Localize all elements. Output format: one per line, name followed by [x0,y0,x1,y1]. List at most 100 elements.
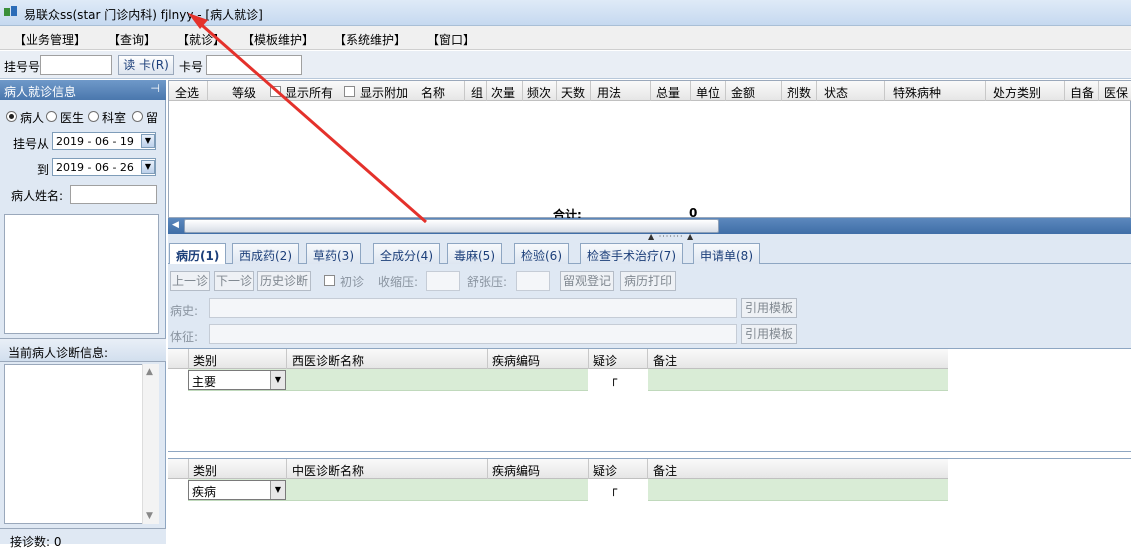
diastolic-input[interactable] [516,271,550,291]
menu-bar: 【业务管理】 【查询】 【就诊】 【模板维护】 【系统维护】 【窗口】 [0,26,1131,50]
print-record-button[interactable]: 病历打印 [620,271,676,291]
w-suspected-checkbox[interactable]: ┌ [610,372,617,386]
c-col-name: 中医诊断名称 [292,464,365,478]
c-suspected-cell[interactable]: ┌ [588,479,648,501]
read-card-button[interactable]: 读 卡(R) [118,55,174,75]
menu-system[interactable]: 【系统维护】 [334,31,406,48]
date-from-dropdown-icon[interactable]: ▼ [141,134,155,148]
splitter-grip-icon[interactable]: ▲ ······· ▲ [648,232,694,241]
chinese-grid-header: 类别 中医诊断名称 疾病编码 疑诊 备注 [168,459,948,479]
radio-doctor[interactable] [46,111,57,122]
show-extra-label: 显示附加 [360,86,409,100]
card-no-label: 卡号 [179,60,204,74]
w-type-select[interactable]: 主要 ▼ [188,370,286,390]
panel-header-title: 病人就诊信息 [4,85,77,99]
menu-template[interactable]: 【模板维护】 [242,31,314,48]
c-col-code: 疾病编码 [492,464,541,478]
radio-department[interactable] [88,111,99,122]
w-type-dropdown-icon[interactable]: ▼ [270,371,285,389]
col-select-all[interactable]: 全选 [175,84,199,101]
patient-list[interactable] [4,214,159,334]
date-to-dropdown-icon[interactable]: ▼ [141,160,155,174]
radio-stay[interactable] [132,111,143,122]
show-all-checkbox[interactable] [270,86,281,97]
window-title: 易联众ss(star 门诊内科) fjlnyy - [病人就诊] [24,8,263,22]
splitter-handle[interactable]: ▲ ······· ▲ [168,232,1131,242]
radio-patient[interactable] [6,111,17,122]
western-grid-row[interactable]: 主要 ▼ ┌ [188,369,948,391]
radio-patient-label: 病人 [20,111,45,125]
panel-header: 病人就诊信息 ⊣ [0,80,166,100]
toolbar: 挂号号 读 卡(R) 卡号 [0,51,1131,79]
visit-count: 接诊数: 0 [10,535,62,549]
exam-input[interactable] [209,324,737,344]
date-to-value: 2019 - 06 - 26 [56,161,134,174]
tab-western-medicine[interactable]: 西成药(2) [232,243,299,264]
visit-count-bar: 接诊数: 0 [0,528,166,549]
tab-narcotics[interactable]: 毒麻(5) [447,243,502,264]
col-total: 总量 [656,86,681,100]
col-days: 天数 [561,86,586,100]
scroll-thumb[interactable] [184,219,719,233]
radio-stay-label: 留 [146,111,159,125]
current-diag-label: 当前病人诊断信息: [8,346,109,360]
history-diagnosis-button[interactable]: 历史诊断 [257,271,311,291]
col-status: 状态 [824,86,849,100]
next-visit-button[interactable]: 下一诊 [214,271,254,291]
c-col-remark: 备注 [653,464,678,478]
tab-full-ingredients[interactable]: 全成分(4) [373,243,440,264]
col-amount: 金额 [731,86,756,100]
observation-register-button[interactable]: 留观登记 [560,271,614,291]
w-col-type: 类别 [193,354,218,368]
scroll-up-icon[interactable]: ▲ [146,367,153,377]
w-suspected-cell[interactable]: ┌ [588,369,648,391]
chinese-diagnosis-grid: 类别 中医诊断名称 疾病编码 疑诊 备注 疾病 ▼ ┌ [168,458,1131,544]
col-dose: 次量 [491,86,516,100]
systolic-input[interactable] [426,271,460,291]
date-to-label: 到 [37,163,50,177]
menu-business[interactable]: 【业务管理】 [14,31,86,48]
w-col-code: 疾病编码 [492,354,541,368]
prev-visit-button[interactable]: 上一诊 [170,271,210,291]
title-bar: 易联众ss(star 门诊内科) fjlnyy - [病人就诊] [0,0,1131,26]
col-level: 等级 [232,86,257,100]
c-type-dropdown-icon[interactable]: ▼ [270,481,285,499]
col-self-provided: 自备 [1070,86,1095,100]
systolic-label: 收缩压: [378,275,419,289]
card-no-input[interactable] [206,55,302,75]
patient-name-input[interactable] [70,185,157,204]
date-from-label: 挂号从 [13,137,50,151]
chinese-grid-row[interactable]: 疾病 ▼ ┌ [188,479,948,501]
western-grid-header: 类别 西医诊断名称 疾病编码 疑诊 备注 [168,349,948,369]
show-extra-checkbox[interactable] [344,86,355,97]
exam-template-button[interactable]: 引用模板 [741,324,797,344]
c-suspected-checkbox[interactable]: ┌ [610,482,617,496]
tab-strip: 病历(1) 西成药(2) 草药(3) 全成分(4) 毒麻(5) 检验(6) 检查… [168,242,1131,265]
c-type-value: 疾病 [192,485,217,499]
tab-medical-record[interactable]: 病历(1) [169,243,227,265]
menu-visit[interactable]: 【就诊】 [177,31,225,48]
diag-scrollbar[interactable]: ▲ ▼ [142,364,159,524]
tab-requisition[interactable]: 申请单(8) [693,243,760,264]
menu-query[interactable]: 【查询】 [108,31,156,48]
history-template-button[interactable]: 引用模板 [741,298,797,318]
pin-icon[interactable]: ⊣ [150,82,160,95]
tab-herbal-medicine[interactable]: 草药(3) [306,243,361,264]
radio-department-label: 科室 [102,111,127,125]
first-visit-checkbox[interactable] [324,275,335,286]
scroll-down-icon[interactable]: ▼ [146,511,153,521]
tab-exam-surgery[interactable]: 检查手术治疗(7) [580,243,683,264]
current-diag-box[interactable] [4,364,159,524]
history-input[interactable] [209,298,737,318]
tab-lab-tests[interactable]: 检验(6) [514,243,569,264]
col-special-disease: 特殊病种 [893,86,942,100]
scroll-left-icon[interactable]: ◀ [172,220,179,230]
menu-window[interactable]: 【窗口】 [427,31,475,48]
w-col-suspected: 疑诊 [593,354,618,368]
col-insurance: 医保 [1104,86,1129,100]
c-type-select[interactable]: 疾病 ▼ [188,480,286,500]
prescription-header: 全选 等级 显示所有 显示附加 名称 组 次量 频次 天数 用法 总量 单位 金… [169,81,1131,101]
first-visit-label: 初诊 [340,275,365,289]
reg-no-input[interactable] [40,55,112,75]
diastolic-label: 舒张压: [467,275,508,289]
